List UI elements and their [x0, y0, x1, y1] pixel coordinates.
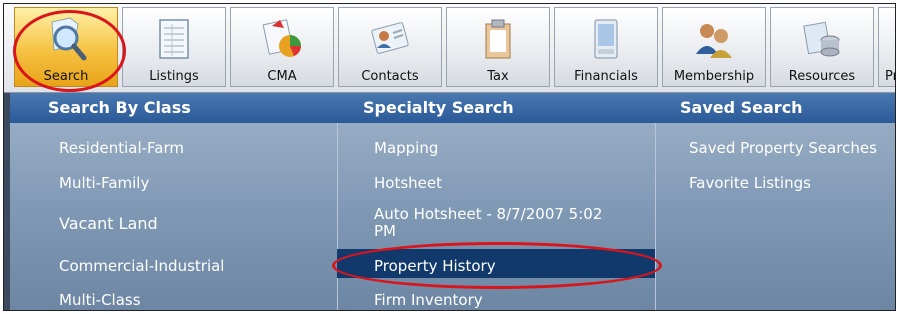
toolbar-button-tax[interactable]: Tax — [446, 7, 550, 87]
menu-header-bar: Search By Class Specialty Search Saved S… — [10, 93, 895, 123]
menu-item-multi-family[interactable]: Multi-Family — [59, 174, 149, 193]
toolbar-button-membership[interactable]: Membership — [662, 7, 766, 87]
menu-item-auto-hotsheet[interactable]: Auto Hotsheet - 8/7/2007 5:02 PM — [374, 206, 609, 240]
menu-item-favorite-listings[interactable]: Favorite Listings — [689, 174, 811, 193]
header-specialty-search: Specialty Search — [363, 98, 514, 117]
toolbar-button-partial[interactable]: Pr — [878, 7, 895, 87]
toolbar-label-financials: Financials — [574, 69, 638, 84]
toolbar-label-cma: CMA — [267, 69, 297, 84]
menu-item-saved-property-searches[interactable]: Saved Property Searches — [689, 139, 877, 158]
header-saved-search: Saved Search — [680, 98, 803, 117]
toolbar-label-partial: Pr — [885, 69, 895, 84]
menu-item-residential-farm[interactable]: Residential-Farm — [59, 139, 184, 158]
toolbar-label-tax: Tax — [487, 69, 509, 84]
contacts-icon — [371, 22, 409, 54]
menu-item-mapping[interactable]: Mapping — [374, 139, 438, 158]
column-divider — [655, 123, 656, 310]
listings-icon — [159, 19, 189, 59]
toolbar-label-membership: Membership — [673, 69, 755, 84]
menu-item-hotsheet[interactable]: Hotsheet — [374, 174, 442, 193]
financials-icon — [594, 19, 618, 59]
toolbar-label-resources: Resources — [788, 69, 856, 84]
header-search-by-class: Search By Class — [48, 98, 191, 117]
toolbar-button-financials[interactable]: Financials — [554, 7, 658, 87]
toolbar-button-contacts[interactable]: Contacts — [338, 7, 442, 87]
annotation-circle-search — [13, 10, 126, 92]
resources-icon — [803, 21, 840, 57]
toolbar-button-cma[interactable]: CMA — [230, 7, 334, 87]
app-window: Search Listings CMA Contacts Tax Financi… — [3, 3, 896, 311]
toolbar-button-resources[interactable]: Resources — [770, 7, 874, 87]
toolbar-label-listings: Listings — [149, 69, 199, 84]
menu-item-vacant-land[interactable]: Vacant Land — [59, 214, 158, 233]
menu-item-multi-class[interactable]: Multi-Class — [59, 291, 141, 310]
main-toolbar: Search Listings CMA Contacts Tax Financi… — [4, 4, 895, 93]
menu-item-commercial-industrial[interactable]: Commercial-Industrial — [59, 257, 224, 276]
annotation-circle-property-history — [332, 242, 662, 289]
toolbar-button-listings[interactable]: Listings — [122, 7, 226, 87]
tax-icon — [485, 19, 511, 59]
cma-icon — [262, 19, 301, 57]
menu-item-firm-inventory[interactable]: Firm Inventory — [374, 291, 483, 310]
membership-icon — [696, 24, 732, 58]
toolbar-label-contacts: Contacts — [361, 69, 419, 84]
column-divider — [337, 123, 338, 310]
